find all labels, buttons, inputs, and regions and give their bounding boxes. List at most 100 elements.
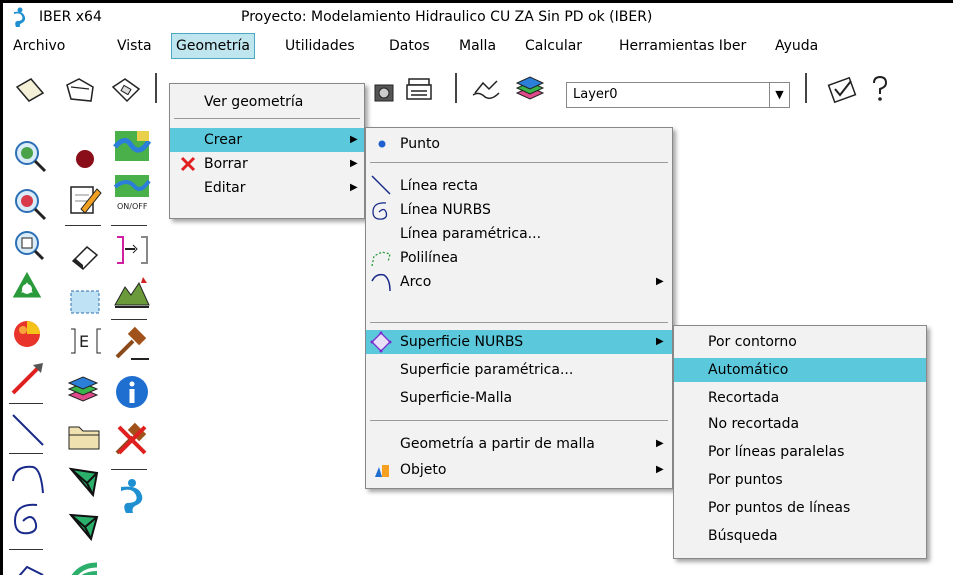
list-entities-icon[interactable]: E xyxy=(65,319,107,361)
menu-item-ver-geometria[interactable]: Ver geometría xyxy=(170,90,364,114)
menu-item-superficie-nurbs[interactable]: Superficie NURBS ▶ xyxy=(366,330,672,354)
gavel-icon[interactable] xyxy=(111,323,153,365)
menu-item-punto[interactable]: Punto xyxy=(366,132,672,156)
menu-item-editar[interactable]: Editar ▶ xyxy=(170,176,364,200)
menu-item-label: Por líneas paralelas xyxy=(708,444,845,460)
point-icon xyxy=(378,140,386,148)
open-icon[interactable] xyxy=(63,73,97,107)
menu-malla[interactable]: Malla xyxy=(455,33,500,59)
red-dot-icon[interactable] xyxy=(65,137,107,179)
layers-view-icon[interactable] xyxy=(469,73,503,107)
help-icon[interactable] xyxy=(863,73,897,107)
info-icon[interactable] xyxy=(111,371,153,413)
menu-item-arco[interactable]: Arco ▶ xyxy=(366,270,672,294)
menu-item-linea-recta[interactable]: Línea recta xyxy=(366,174,672,198)
layers-icon[interactable] xyxy=(513,71,547,105)
nurbs-surface-icon xyxy=(370,331,392,353)
zoom-out-icon[interactable] xyxy=(9,183,51,225)
menu-item-label: Automático xyxy=(708,362,789,378)
menu-ayuda[interactable]: Ayuda xyxy=(771,33,822,59)
menu-datos[interactable]: Datos xyxy=(385,33,434,59)
menu-item-label: Línea paramétrica... xyxy=(400,226,542,242)
menu-item-label: Arco xyxy=(400,274,432,290)
menu-utilidades[interactable]: Utilidades xyxy=(281,33,359,59)
camera-icon[interactable] xyxy=(371,73,405,107)
terrain-onoff-icon[interactable]: ON/OFF xyxy=(111,171,153,213)
menu-item-por-puntos-de-lineas[interactable]: Por puntos de líneas xyxy=(674,496,926,520)
arc-icon xyxy=(371,273,391,292)
menu-item-linea-parametrica[interactable]: Línea paramétrica... xyxy=(366,222,672,246)
submenu-arrow-icon: ▶ xyxy=(350,134,358,145)
arc-tool-icon[interactable] xyxy=(7,457,49,499)
object-icon xyxy=(375,465,389,477)
menu-separator xyxy=(174,118,360,119)
onoff-label: ON/OFF xyxy=(117,202,148,211)
title-bar: IBER x64 Proyecto: Modelamiento Hidrauli… xyxy=(3,3,953,33)
menu-item-geometria-a-partir-de-malla[interactable]: Geometría a partir de malla ▶ xyxy=(366,432,672,456)
terrain-profile-icon[interactable] xyxy=(111,273,153,315)
palette-separator xyxy=(111,225,147,226)
edit-note-icon[interactable] xyxy=(63,179,105,221)
render-sphere-icon[interactable] xyxy=(7,313,49,355)
menu-item-superficie-malla[interactable]: Superficie-Malla xyxy=(366,386,672,410)
menu-vista[interactable]: Vista xyxy=(113,33,156,59)
menu-item-objeto[interactable]: Objeto ▶ xyxy=(366,458,672,482)
print-icon[interactable] xyxy=(403,73,437,107)
red-x-icon xyxy=(180,156,196,172)
zoom-frame-icon[interactable] xyxy=(9,227,51,269)
iber-small-icon[interactable] xyxy=(111,475,153,517)
menu-item-por-puntos[interactable]: Por puntos xyxy=(674,468,926,492)
bracket-arrow-icon[interactable] xyxy=(111,229,153,271)
menu-geometria[interactable]: Geometría xyxy=(171,33,255,59)
menu-item-label: Búsqueda xyxy=(708,528,778,544)
recycle-icon[interactable] xyxy=(7,267,49,309)
palette-separator xyxy=(111,319,147,320)
menu-item-superficie-parametrica[interactable]: Superficie paramétrica... xyxy=(366,358,672,382)
eraser-icon[interactable] xyxy=(65,235,107,277)
delete-gavel-icon[interactable] xyxy=(111,419,153,461)
menu-herramientas-iber[interactable]: Herramientas Iber xyxy=(615,33,750,59)
menu-item-borrar[interactable]: Borrar ▶ xyxy=(170,152,364,176)
terrain-map-icon[interactable] xyxy=(111,127,153,169)
layer-select[interactable]: Layer0 ▼ xyxy=(566,82,790,108)
zoom-in-icon[interactable] xyxy=(9,135,51,177)
menu-calcular[interactable]: Calcular xyxy=(521,33,586,59)
toolbar-separator xyxy=(455,73,457,103)
submenu-arrow-icon: ▶ xyxy=(656,464,664,475)
layer-select-value: Layer0 xyxy=(573,87,618,102)
chevron-down-icon[interactable]: ▼ xyxy=(769,83,789,107)
green-mesh-alt-icon[interactable] xyxy=(63,505,105,547)
menu-item-recortada[interactable]: Recortada xyxy=(674,386,926,410)
menu-item-label: Superficie-Malla xyxy=(400,390,513,406)
wave-icon[interactable] xyxy=(63,551,105,575)
menu-item-por-contorno[interactable]: Por contorno xyxy=(674,330,926,354)
menu-separator xyxy=(370,420,668,421)
new-icon[interactable] xyxy=(13,73,47,107)
menu-item-busqueda[interactable]: Búsqueda xyxy=(674,524,926,548)
polyline-tool-icon[interactable] xyxy=(7,553,49,575)
menu-item-label: Superficie paramétrica... xyxy=(400,362,574,378)
e-glyph: E xyxy=(79,332,89,351)
nurbs-line-tool-icon[interactable] xyxy=(7,499,49,541)
menu-item-automatico[interactable]: Automático xyxy=(674,358,926,382)
menu-item-label: Línea NURBS xyxy=(400,202,491,218)
menu-item-label: Por puntos de líneas xyxy=(708,500,851,516)
menu-archivo[interactable]: Archivo xyxy=(9,33,69,59)
straight-line-tool-icon[interactable] xyxy=(7,409,49,451)
menu-separator xyxy=(370,162,668,163)
red-arrow-icon[interactable] xyxy=(7,357,49,399)
menu-item-no-recortada[interactable]: No recortada xyxy=(674,412,926,436)
toolbar xyxy=(3,59,953,121)
menu-item-linea-nurbs[interactable]: Línea NURBS xyxy=(366,198,672,222)
geometria-menu: Ver geometría Crear ▶ Borrar ▶ Editar ▶ xyxy=(169,83,365,219)
menu-item-crear[interactable]: Crear ▶ xyxy=(170,128,364,152)
menu-item-polilinea[interactable]: Polilínea xyxy=(366,246,672,270)
folder-icon[interactable] xyxy=(63,415,105,457)
save-icon[interactable] xyxy=(109,73,143,107)
menu-item-por-lineas-paralelas[interactable]: Por líneas paralelas xyxy=(674,440,926,464)
green-mesh-icon[interactable] xyxy=(63,461,105,503)
nurbs-line-icon xyxy=(372,202,388,220)
select-rectangle-icon[interactable] xyxy=(65,279,107,321)
check-icon[interactable] xyxy=(825,73,859,107)
layers-stack-icon[interactable] xyxy=(63,367,105,409)
